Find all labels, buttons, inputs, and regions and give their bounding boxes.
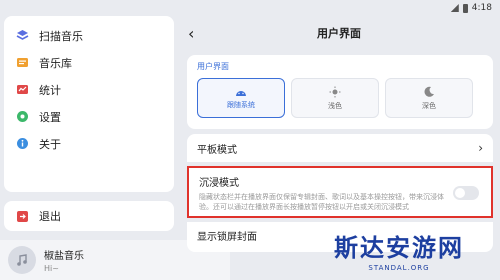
player-subtitle: Hi~ <box>44 264 59 273</box>
sidebar-item-about[interactable]: 关于 <box>4 130 174 157</box>
section-label: 用户界面 <box>197 62 229 71</box>
page-title: 用户界面 <box>317 27 361 40</box>
back-icon[interactable]: ‹ <box>180 24 204 43</box>
screen: 4:18 扫描音乐 音乐库 统计 设置 关于 退出 椒盐音乐 Hi~ ‹ 用户界… <box>0 0 500 280</box>
exit-label: 退出 <box>39 210 61 223</box>
sidebar-item-scan[interactable]: 扫描音乐 <box>4 22 174 49</box>
sidebar-item-settings[interactable]: 设置 <box>4 103 174 130</box>
immersive-title: 沉浸模式 <box>199 178 239 189</box>
panel-header: ‹ 用户界面 <box>180 16 498 50</box>
moon-icon <box>424 86 434 97</box>
immersive-mode-row[interactable]: 沉浸模式 隐藏状态栏并在播放界面仅保留专辑封面、歌词以及基本操控按钮，带来沉浸体… <box>187 166 493 218</box>
gear-icon <box>16 110 29 123</box>
signal-icon <box>450 4 459 12</box>
android-icon <box>236 90 246 96</box>
sidebar: 扫描音乐 音乐库 统计 设置 关于 <box>4 16 174 192</box>
exit-button[interactable]: 退出 <box>4 201 174 231</box>
watermark: 斯达安游网 STANDAL.ORG <box>300 228 498 278</box>
tablet-mode-row[interactable]: 平板模式 › <box>187 134 493 162</box>
chevron-right-icon: › <box>478 141 483 155</box>
theme-option-label: 跟随系统 <box>227 100 255 109</box>
watermark-url: STANDAL.ORG <box>368 264 430 272</box>
sidebar-item-stats[interactable]: 统计 <box>4 76 174 103</box>
theme-option-system[interactable]: 跟随系统 <box>197 78 285 118</box>
sun-icon <box>329 86 341 97</box>
lockscreen-cover-label: 显示锁屏封面 <box>197 232 257 243</box>
theme-option-light[interactable]: 浅色 <box>291 78 379 118</box>
player-title: 椒盐音乐 <box>44 251 84 262</box>
sidebar-item-library[interactable]: 音乐库 <box>4 49 174 76</box>
music-note-icon <box>17 254 27 266</box>
theme-option-label: 浅色 <box>328 101 342 110</box>
status-bar: 4:18 <box>0 0 500 16</box>
scan-icon <box>16 29 29 42</box>
stats-icon <box>16 83 29 96</box>
info-icon <box>16 137 29 150</box>
watermark-text: 斯达安游网 <box>334 233 464 262</box>
sidebar-item-label: 设置 <box>39 110 61 124</box>
sidebar-item-label: 音乐库 <box>39 56 72 70</box>
battery-icon <box>462 3 468 13</box>
sidebar-item-label: 关于 <box>39 137 61 151</box>
library-icon <box>16 56 29 69</box>
theme-option-label: 深色 <box>422 101 436 110</box>
exit-icon <box>16 210 29 223</box>
status-time: 4:18 <box>471 3 492 13</box>
immersive-toggle[interactable] <box>453 186 479 200</box>
theme-option-dark[interactable]: 深色 <box>385 78 473 118</box>
sidebar-item-label: 统计 <box>39 83 61 97</box>
sidebar-item-label: 扫描音乐 <box>39 29 83 43</box>
immersive-description: 隐藏状态栏并在播放界面仅保留专辑封面、歌词以及基本操控按钮，带来沉浸体验。还可以… <box>199 193 444 211</box>
theme-section: 用户界面 跟随系统 浅色 深色 <box>187 55 493 129</box>
album-cover <box>8 246 36 274</box>
tablet-mode-label: 平板模式 <box>197 144 237 156</box>
